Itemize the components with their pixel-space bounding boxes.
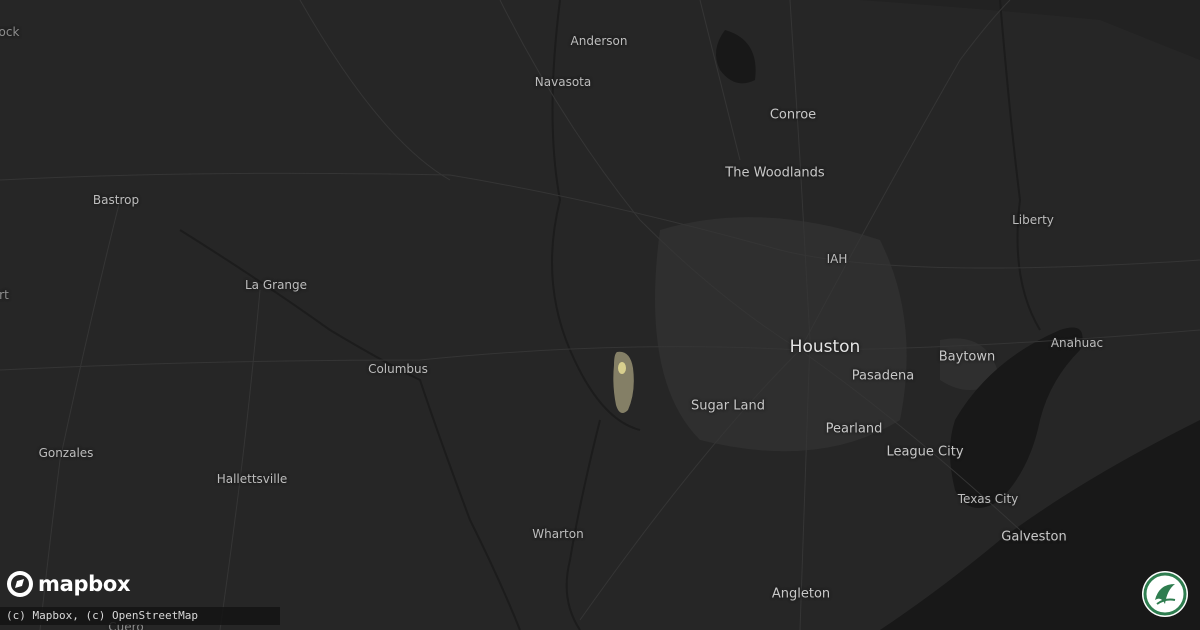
place-label-la-grange: La Grange <box>244 278 308 292</box>
mapbox-compass-icon <box>7 571 33 597</box>
leaf-swirl-icon[interactable] <box>1141 570 1189 618</box>
place-label-navasota: Navasota <box>534 75 592 89</box>
place-label-rt: rt <box>0 288 9 302</box>
place-label-the-woodlands: The Woodlands <box>725 165 825 181</box>
place-label-anahuac: Anahuac <box>1050 336 1104 350</box>
rivers <box>179 0 1041 630</box>
place-label-galveston: Galveston <box>1001 529 1067 545</box>
place-label-liberty: Liberty <box>1012 213 1054 227</box>
place-label-columbus: Columbus <box>368 362 428 376</box>
place-label-bastrop: Bastrop <box>92 193 140 207</box>
map-canvas[interactable]: Anderson Navasota Conroe The Woodlands B… <box>0 0 1200 630</box>
place-label-houston: Houston <box>789 337 861 357</box>
place-label-gonzales: Gonzales <box>38 446 94 460</box>
place-label-league-city: League City <box>886 444 964 460</box>
place-label-wharton: Wharton <box>532 527 584 541</box>
place-label-hallettsville: Hallettsville <box>216 472 288 486</box>
mapbox-logo-text: mapbox <box>38 572 131 596</box>
place-label-angleton: Angleton <box>771 586 831 602</box>
place-label-anderson: Anderson <box>570 34 628 48</box>
place-label-ock: ock <box>0 25 20 39</box>
place-label-pearland: Pearland <box>825 421 883 437</box>
place-label-iah: IAH <box>826 252 848 266</box>
place-label-baytown: Baytown <box>938 349 996 365</box>
place-label-conroe: Conroe <box>769 107 817 123</box>
mapbox-logo[interactable]: mapbox <box>6 570 131 598</box>
place-label-sugar-land: Sugar Land <box>691 398 765 414</box>
place-label-pasadena: Pasadena <box>851 368 915 384</box>
hail-swath <box>613 351 634 414</box>
place-label-texas-city: Texas City <box>957 492 1019 506</box>
map-attribution[interactable]: (c) Mapbox, (c) OpenStreetMap <box>0 607 280 625</box>
